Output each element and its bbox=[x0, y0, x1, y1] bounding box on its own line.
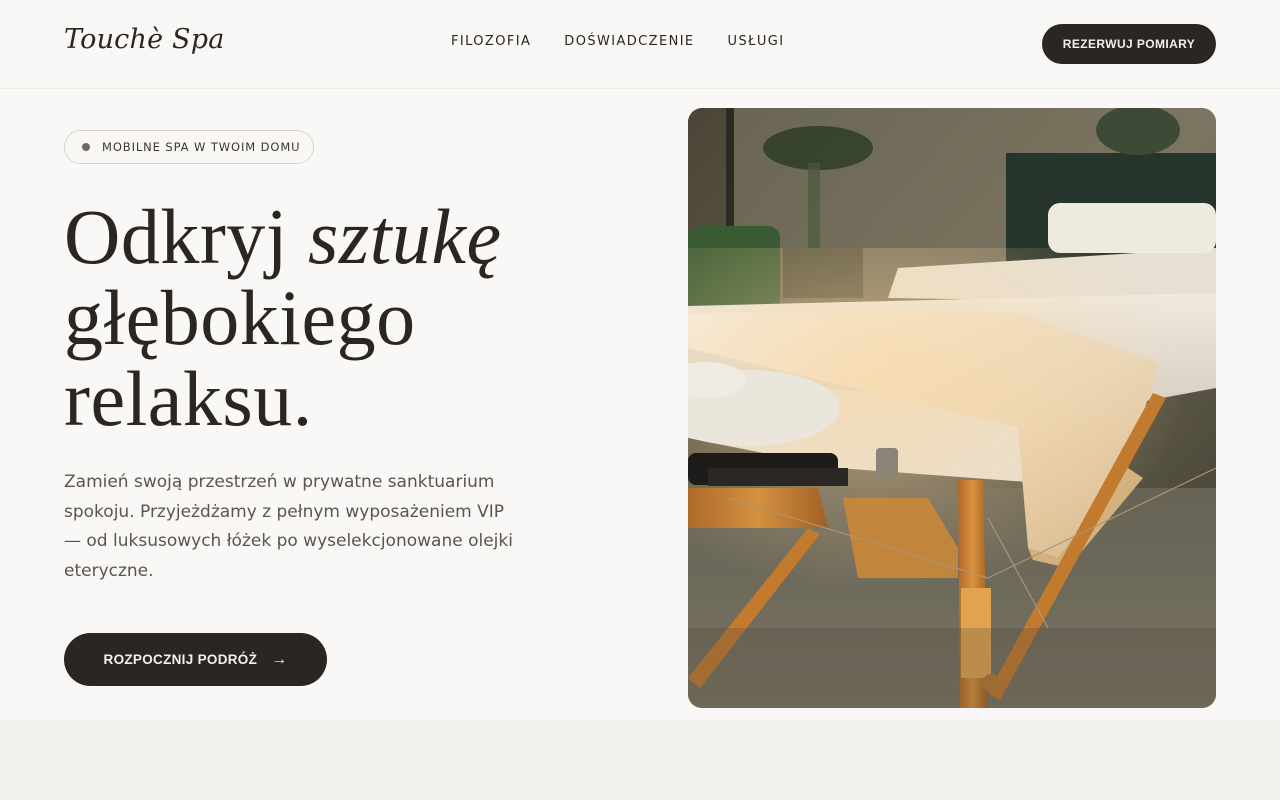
headline-line-2: głębokiego bbox=[64, 274, 416, 361]
headline-line-3: relaksu. bbox=[64, 355, 313, 442]
headline-italic: sztukę bbox=[307, 193, 502, 280]
start-journey-button[interactable]: ROZPOCZNIJ PODRÓŻ → bbox=[64, 633, 327, 686]
start-journey-label: ROZPOCZNIJ PODRÓŻ bbox=[103, 652, 258, 667]
massage-table-photo bbox=[688, 108, 1216, 708]
site-header: Touchè Spa FILOZOFIA DOŚWIADCZENIE USŁUG… bbox=[0, 0, 1280, 89]
dot-icon bbox=[82, 143, 90, 151]
hero-lead: Zamień swoją przestrzeń w prywatne sankt… bbox=[64, 472, 513, 581]
hero-badge-label: MOBILNE SPA W TWOIM DOMU bbox=[102, 140, 301, 154]
headline-plain: Odkryj bbox=[64, 193, 308, 280]
main-nav: FILOZOFIA DOŚWIADCZENIE USŁUGI bbox=[451, 34, 784, 49]
hero-badge: MOBILNE SPA W TWOIM DOMU bbox=[64, 130, 314, 164]
reserve-button[interactable]: REZERWUJ POMIARY bbox=[1042, 24, 1216, 64]
nav-item-filozofia[interactable]: FILOZOFIA bbox=[451, 34, 531, 49]
page: Touchè Spa FILOZOFIA DOŚWIADCZENIE USŁUG… bbox=[0, 0, 1280, 800]
headline-line-1: Odkryj sztukę bbox=[64, 196, 502, 277]
hero-headline: Odkryj sztukę głębokiego relaksu. bbox=[64, 196, 502, 439]
arrow-right-icon: → bbox=[271, 650, 288, 668]
nav-item-uslugi[interactable]: USŁUGI bbox=[728, 34, 785, 49]
next-section-band bbox=[0, 720, 1280, 800]
nav-item-doswiadczenie[interactable]: DOŚWIADCZENIE bbox=[564, 34, 694, 49]
logo[interactable]: Touchè Spa bbox=[64, 24, 225, 55]
